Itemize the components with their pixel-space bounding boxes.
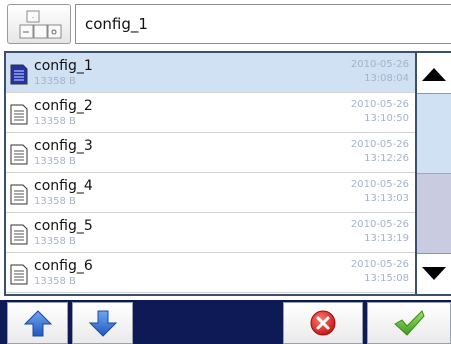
filename-input[interactable]: config_1 bbox=[75, 4, 451, 44]
keypad-button[interactable]: · bbox=[7, 4, 71, 44]
file-name: config_6 bbox=[34, 258, 93, 274]
svg-text:·: · bbox=[32, 14, 34, 22]
file-name: config_2 bbox=[34, 98, 93, 114]
file-name: config_4 bbox=[34, 178, 93, 194]
confirm-button[interactable] bbox=[367, 302, 451, 344]
move-up-button[interactable] bbox=[7, 302, 68, 344]
scroll-track[interactable] bbox=[417, 94, 451, 253]
file-name: config_1 bbox=[34, 58, 93, 74]
file-row[interactable]: config_6 13358 B 2010-05-26 13:15:08 bbox=[6, 253, 415, 293]
file-date: 2010-05-26 bbox=[350, 179, 409, 190]
triangle-down-icon bbox=[422, 267, 446, 280]
file-size: 13358 B bbox=[34, 116, 76, 127]
scroll-down-button[interactable] bbox=[417, 253, 451, 294]
close-icon bbox=[310, 310, 336, 336]
triangle-up-icon bbox=[422, 68, 446, 81]
file-time: 13:13:19 bbox=[364, 233, 409, 244]
file-size: 13358 B bbox=[34, 156, 76, 167]
track-divider bbox=[417, 133, 451, 134]
file-size: 13358 B bbox=[34, 236, 76, 247]
file-size: 13358 B bbox=[34, 76, 76, 87]
file-date: 2010-05-26 bbox=[350, 219, 409, 230]
file-time: 13:12:26 bbox=[364, 153, 409, 164]
file-size: 13358 B bbox=[34, 196, 76, 207]
file-date: 2010-05-26 bbox=[350, 259, 409, 270]
file-row[interactable]: config_4 13358 B 2010-05-26 13:13:03 bbox=[6, 173, 415, 213]
file-time: 13:08:04 bbox=[364, 73, 409, 84]
file-row[interactable]: config_5 13358 B 2010-05-26 13:13:19 bbox=[6, 213, 415, 253]
bottom-toolbar bbox=[0, 300, 451, 344]
file-size: 13358 B bbox=[34, 276, 76, 287]
file-date: 2010-05-26 bbox=[350, 139, 409, 150]
checkmark-icon bbox=[394, 310, 425, 336]
file-time: 13:15:08 bbox=[364, 273, 409, 284]
document-icon bbox=[10, 104, 28, 125]
keypad-icon: · bbox=[19, 10, 62, 39]
file-date: 2010-05-26 bbox=[350, 59, 409, 70]
file-time: 13:10:50 bbox=[364, 113, 409, 124]
document-icon bbox=[10, 224, 28, 245]
file-date: 2010-05-26 bbox=[350, 99, 409, 110]
file-row[interactable]: config_1 13358 B 2010-05-26 13:08:04 bbox=[6, 53, 415, 93]
scroll-thumb[interactable] bbox=[417, 173, 451, 253]
file-name: config_5 bbox=[34, 218, 93, 234]
scrollbar[interactable] bbox=[415, 53, 451, 294]
file-row[interactable]: config_2 13358 B 2010-05-26 13:10:50 bbox=[6, 93, 415, 133]
file-list-panel: config_1 13358 B 2010-05-26 13:08:04 config_… bbox=[4, 51, 451, 296]
header-bar: · config_1 bbox=[0, 0, 451, 48]
file-row[interactable]: config_3 13358 B 2010-05-26 13:12:26 bbox=[6, 133, 415, 173]
document-icon bbox=[10, 64, 28, 85]
file-list: config_1 13358 B 2010-05-26 13:08:04 config_… bbox=[6, 53, 415, 294]
scroll-up-button[interactable] bbox=[417, 53, 451, 94]
file-name: config_3 bbox=[34, 138, 93, 154]
arrow-up-icon bbox=[23, 310, 52, 337]
file-time: 13:13:03 bbox=[364, 193, 409, 204]
move-down-button[interactable] bbox=[72, 302, 133, 344]
document-icon bbox=[10, 264, 28, 285]
arrow-down-icon bbox=[88, 310, 117, 337]
cancel-button[interactable] bbox=[283, 302, 363, 344]
document-icon bbox=[10, 184, 28, 205]
document-icon bbox=[10, 144, 28, 165]
